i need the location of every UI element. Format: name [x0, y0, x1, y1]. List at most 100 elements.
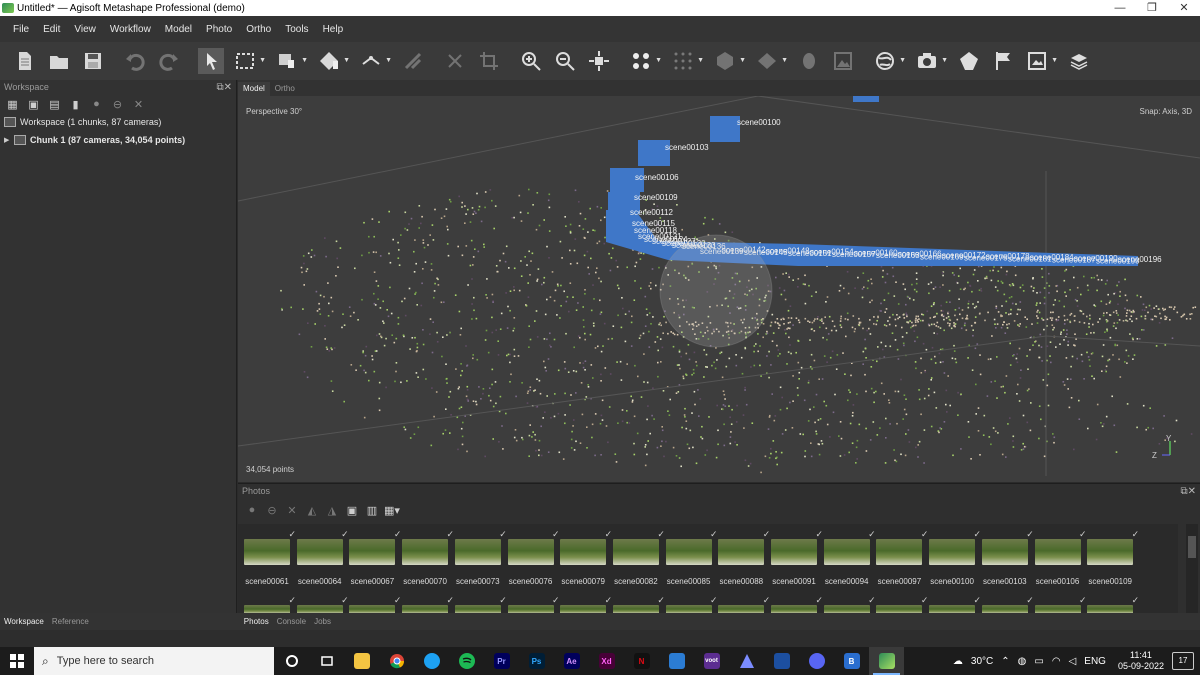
photo-thumbnail[interactable] — [507, 529, 559, 565]
after-effects-icon[interactable]: Ae — [554, 647, 589, 675]
discord-icon[interactable] — [799, 647, 834, 675]
file-explorer-icon[interactable] — [344, 647, 379, 675]
chrome-icon[interactable] — [379, 647, 414, 675]
monitor-app-icon[interactable] — [659, 647, 694, 675]
camera-frame[interactable] — [710, 116, 740, 142]
rectangle-selection-icon[interactable]: ▼ — [232, 48, 266, 74]
premiere-icon[interactable]: Pr — [484, 647, 519, 675]
workspace-root[interactable]: Workspace (1 chunks, 87 cameras) — [0, 113, 236, 131]
delete-selection-icon[interactable] — [442, 48, 468, 74]
tiled-model-icon[interactable]: ▼ — [754, 48, 788, 74]
close-button[interactable]: ✕ — [1168, 0, 1200, 16]
wifi-icon[interactable]: ◠ — [1052, 656, 1061, 667]
menu-photo[interactable]: Photo — [206, 24, 232, 35]
crop-selection-icon[interactable] — [476, 48, 502, 74]
camera-frame[interactable] — [853, 96, 879, 102]
windows-start-icon[interactable] — [0, 647, 34, 675]
show-region-icon[interactable] — [1066, 48, 1092, 74]
menu-workflow[interactable]: Workflow — [110, 24, 151, 35]
add-marker-icon[interactable]: ▮ — [67, 97, 84, 111]
measure-ruler-icon[interactable]: ▼ — [358, 48, 392, 74]
undo-icon[interactable] — [122, 48, 148, 74]
spotify-icon[interactable] — [449, 647, 484, 675]
zoom-out-icon[interactable] — [552, 48, 578, 74]
netflix-icon[interactable]: N — [624, 647, 659, 675]
tab-ortho[interactable]: Ortho — [270, 82, 300, 96]
triangle-app-icon[interactable] — [729, 647, 764, 675]
photo-thumbnail[interactable] — [1034, 529, 1086, 565]
move-region-icon[interactable]: ▼ — [274, 48, 308, 74]
disable-icon[interactable]: ⊖ — [109, 97, 126, 111]
panel-float-close-icon[interactable]: ⧉✕ — [216, 80, 236, 95]
taskbar-search-box[interactable]: ⌕ Type here to search — [34, 647, 274, 675]
photo-thumbnail[interactable] — [349, 529, 401, 565]
tab-jobs[interactable]: Jobs — [310, 617, 335, 626]
dense-cloud-view-icon[interactable]: ▼ — [670, 48, 704, 74]
photo-thumbnail[interactable] — [929, 529, 981, 565]
new-file-icon[interactable] — [12, 48, 38, 74]
photos-scroll-thumb[interactable] — [1188, 536, 1196, 558]
photo-thumbnail-grid[interactable]: scene00061scene00064scene00067scene00070… — [238, 524, 1178, 614]
menu-ortho[interactable]: Ortho — [246, 24, 271, 35]
b-app-icon[interactable]: B — [834, 647, 869, 675]
navigation-pointer-icon[interactable] — [198, 48, 224, 74]
point-cloud-scene[interactable]: scene00100scene00103scene00106scene00109… — [238, 96, 1200, 482]
photo-thumbnail[interactable] — [823, 529, 876, 565]
battery-icon[interactable]: ▭ — [1034, 656, 1043, 667]
show-shapes-icon[interactable] — [956, 48, 982, 74]
photo-thumbnail[interactable] — [560, 529, 612, 565]
disable-camera-icon[interactable]: ⊖ — [264, 504, 280, 517]
twitter-icon[interactable] — [414, 647, 449, 675]
add-folder-icon[interactable]: ▤ — [46, 97, 63, 111]
show-cameras-icon[interactable]: ▼ — [914, 48, 948, 74]
reset-view-icon[interactable] — [586, 48, 612, 74]
enable-camera-icon[interactable]: ● — [244, 504, 260, 516]
remove-camera-icon[interactable]: ✕ — [284, 504, 300, 517]
metashape-taskbar-icon[interactable] — [869, 647, 904, 675]
add-chunk-icon[interactable]: ▦ — [4, 97, 21, 111]
notifications-icon[interactable]: 17 — [1172, 652, 1194, 670]
photo-thumbnail[interactable] — [771, 529, 823, 565]
photo-thumbnail[interactable] — [402, 529, 454, 565]
tab-photos[interactable]: Photos — [240, 617, 273, 626]
mask-icon[interactable]: ▣ — [344, 504, 360, 517]
chunk-item[interactable]: ▶ Chunk 1 (87 cameras, 34,054 points) — [0, 131, 236, 149]
draw-shape-icon[interactable] — [400, 48, 426, 74]
photo-thumbnail[interactable] — [454, 529, 507, 565]
tab-model[interactable]: Model — [238, 82, 270, 96]
zoom-in-icon[interactable] — [518, 48, 544, 74]
photos-float-close-icon[interactable]: ⧉✕ — [1180, 484, 1200, 499]
weather-icon[interactable]: ☁ — [953, 656, 963, 667]
tab-workspace[interactable]: Workspace — [0, 617, 48, 626]
maximize-button[interactable]: ❐ — [1136, 0, 1168, 16]
menu-model[interactable]: Model — [165, 24, 192, 35]
minimize-button[interactable]: — — [1104, 0, 1136, 16]
view-mode-icon[interactable]: ▥ — [364, 504, 380, 517]
save-icon[interactable] — [80, 48, 106, 74]
thumbnail-size-icon[interactable]: ▦▾ — [384, 504, 400, 517]
photo-thumbnail[interactable] — [296, 529, 349, 565]
transform-object-icon[interactable]: ▼ — [316, 48, 350, 74]
orthomosaic-view-icon[interactable] — [830, 48, 856, 74]
dem-view-icon[interactable] — [796, 48, 822, 74]
menu-tools[interactable]: Tools — [285, 24, 308, 35]
photo-thumbnail[interactable] — [1087, 529, 1139, 565]
globe-view-icon[interactable]: ▼ — [872, 48, 906, 74]
network-icon[interactable]: ◍ — [1018, 656, 1027, 667]
point-cloud-view-icon[interactable]: ▼ — [628, 48, 662, 74]
photos-scrollbar[interactable] — [1186, 524, 1198, 614]
photo-thumbnail[interactable] — [718, 529, 770, 565]
photo-thumbnail[interactable] — [612, 529, 665, 565]
photo-thumbnail[interactable] — [981, 529, 1034, 565]
menu-help[interactable]: Help — [323, 24, 344, 35]
rotate-left-icon[interactable]: ◭ — [304, 504, 320, 517]
menu-edit[interactable]: Edit — [43, 24, 60, 35]
tab-reference[interactable]: Reference — [48, 617, 93, 626]
open-folder-icon[interactable] — [46, 48, 72, 74]
remove-icon[interactable]: ✕ — [130, 97, 147, 111]
menu-view[interactable]: View — [74, 24, 96, 35]
voot-icon[interactable]: voot — [694, 647, 729, 675]
taskbar-clock[interactable]: 11:41 05-09-2022 — [1118, 650, 1164, 672]
tray-expand-icon[interactable]: ⌃ — [1001, 656, 1009, 667]
xd-icon[interactable]: Xd — [589, 647, 624, 675]
